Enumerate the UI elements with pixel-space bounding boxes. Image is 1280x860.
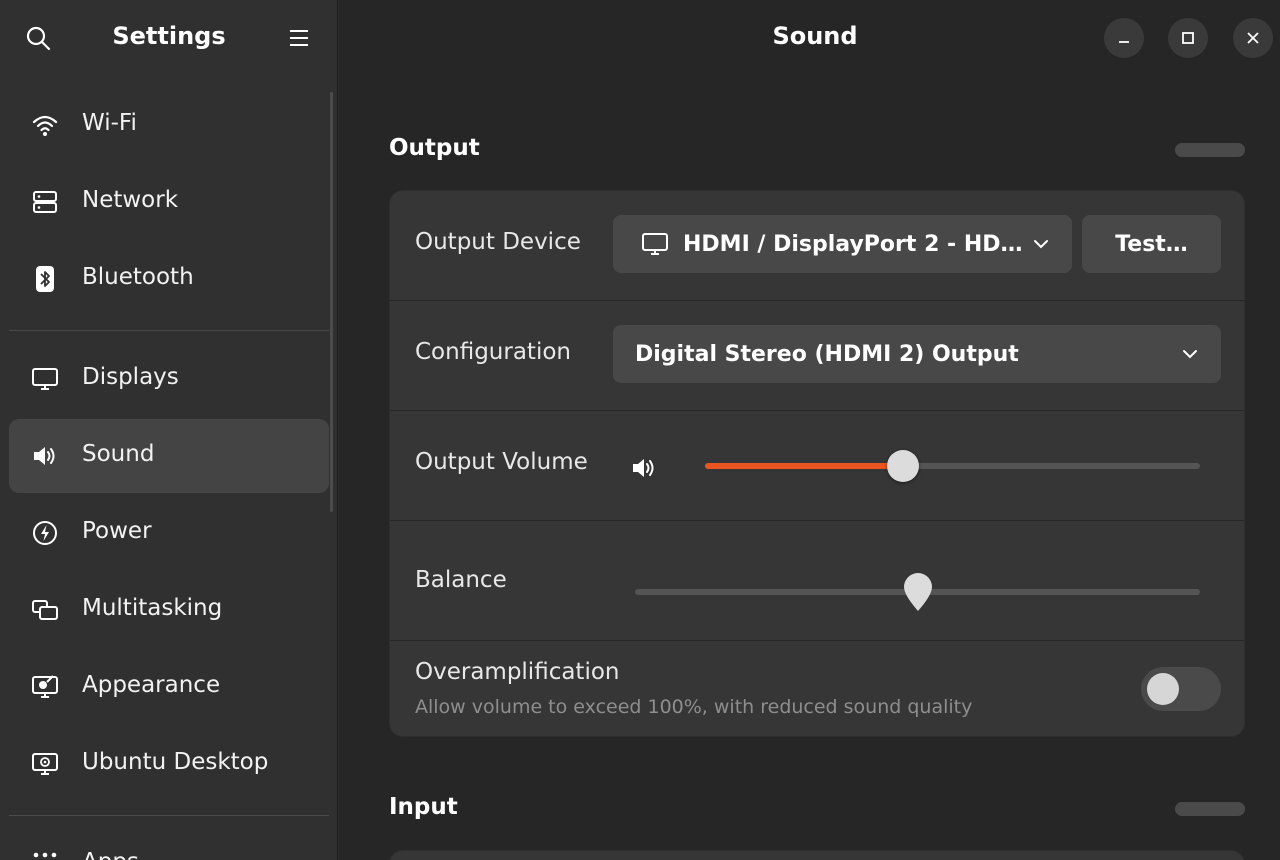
sidebar-separator <box>9 815 329 816</box>
multitasking-icon <box>31 596 59 624</box>
minimize-button[interactable] <box>1104 18 1144 58</box>
main-panel: Sound Output Output Device HDMI / Displa… <box>339 0 1280 860</box>
minimize-icon <box>1119 41 1129 43</box>
sidebar-scrollbar[interactable] <box>330 92 333 512</box>
sidebar-item-label: Apps <box>82 849 139 860</box>
balance-label: Balance <box>415 567 507 593</box>
apps-icon <box>31 850 59 860</box>
output-card: Output Device HDMI / DisplayPort 2 - HD…… <box>389 190 1245 737</box>
configuration-dropdown[interactable]: Digital Stereo (HDMI 2) Output <box>613 325 1221 383</box>
overamplification-row: Overamplification Allow volume to exceed… <box>390 641 1244 736</box>
bluetooth-icon <box>31 265 59 293</box>
configuration-value: Digital Stereo (HDMI 2) Output <box>635 341 1019 367</box>
configuration-label: Configuration <box>415 339 571 365</box>
configuration-row: Configuration Digital Stereo (HDMI 2) Ou… <box>390 301 1244 411</box>
sidebar-item-ubuntu-desktop[interactable]: Ubuntu Desktop <box>9 727 329 801</box>
sidebar-item-multitasking[interactable]: Multitasking <box>9 573 329 647</box>
main-menu-button[interactable] <box>279 18 319 58</box>
sidebar-item-label: Bluetooth <box>82 264 194 290</box>
monitor-icon <box>642 233 668 255</box>
sidebar-header: Settings <box>0 0 337 76</box>
volume-slider-fill <box>705 463 903 469</box>
chevron-down-icon <box>1034 240 1048 249</box>
sidebar-item-power[interactable]: Power <box>9 496 329 570</box>
volume-icon[interactable] <box>630 454 658 482</box>
balance-row: Balance <box>390 521 1244 641</box>
output-volume-row: Output Volume <box>390 411 1244 521</box>
sidebar-item-displays[interactable]: Displays <box>9 342 329 416</box>
hamburger-icon <box>290 30 308 46</box>
output-section-indicator <box>1175 143 1245 157</box>
balance-slider-handle[interactable] <box>900 573 936 615</box>
test-button[interactable]: Test… <box>1082 215 1221 273</box>
maximize-icon <box>1182 32 1194 44</box>
sidebar-item-label: Network <box>82 187 179 213</box>
appearance-icon <box>31 673 59 701</box>
settings-window: Settings Wi-Fi Network Bluetooth Display… <box>0 0 1280 860</box>
sidebar: Settings Wi-Fi Network Bluetooth Display… <box>0 0 338 860</box>
sidebar-item-label: Multitasking <box>82 595 223 621</box>
sidebar-item-appearance[interactable]: Appearance <box>9 650 329 724</box>
close-icon <box>1247 32 1259 44</box>
output-section-title: Output <box>389 135 480 161</box>
volume-slider-track[interactable] <box>705 463 1200 469</box>
sidebar-item-label: Power <box>82 518 152 544</box>
output-device-label: Output Device <box>415 229 581 255</box>
sidebar-item-label: Displays <box>82 364 179 390</box>
sidebar-item-apps[interactable]: Apps <box>9 827 329 860</box>
output-device-row: Output Device HDMI / DisplayPort 2 - HD…… <box>390 191 1244 301</box>
close-button[interactable] <box>1233 18 1273 58</box>
input-section-title: Input <box>389 794 458 820</box>
chevron-down-icon <box>1183 350 1197 359</box>
sidebar-item-sound[interactable]: Sound <box>9 419 329 493</box>
output-volume-label: Output Volume <box>415 449 588 475</box>
wifi-icon <box>31 111 59 139</box>
sidebar-separator <box>9 330 329 331</box>
display-icon <box>31 365 59 393</box>
output-device-value: HDMI / DisplayPort 2 - HD… <box>683 231 1023 257</box>
volume-slider-handle[interactable] <box>887 450 919 482</box>
overamplification-description: Allow volume to exceed 100%, with reduce… <box>415 696 973 718</box>
sidebar-item-label: Wi-Fi <box>82 110 137 136</box>
sidebar-item-wifi[interactable]: Wi-Fi <box>9 88 329 162</box>
sidebar-item-network[interactable]: Network <box>9 165 329 239</box>
input-card <box>389 850 1245 860</box>
toggle-knob <box>1147 673 1179 705</box>
ubuntu-desktop-icon <box>31 750 59 778</box>
sidebar-item-label: Appearance <box>82 672 221 698</box>
network-icon <box>31 188 59 216</box>
sidebar-item-bluetooth[interactable]: Bluetooth <box>9 242 329 316</box>
overamplification-label: Overamplification <box>415 659 620 685</box>
speaker-icon <box>31 442 59 470</box>
power-icon <box>31 519 59 547</box>
overamplification-toggle[interactable] <box>1141 667 1221 711</box>
sidebar-item-label: Sound <box>82 441 155 467</box>
maximize-button[interactable] <box>1168 18 1208 58</box>
input-section-indicator <box>1175 802 1245 816</box>
output-device-dropdown[interactable]: HDMI / DisplayPort 2 - HD… <box>613 215 1072 273</box>
sidebar-item-label: Ubuntu Desktop <box>82 749 269 775</box>
